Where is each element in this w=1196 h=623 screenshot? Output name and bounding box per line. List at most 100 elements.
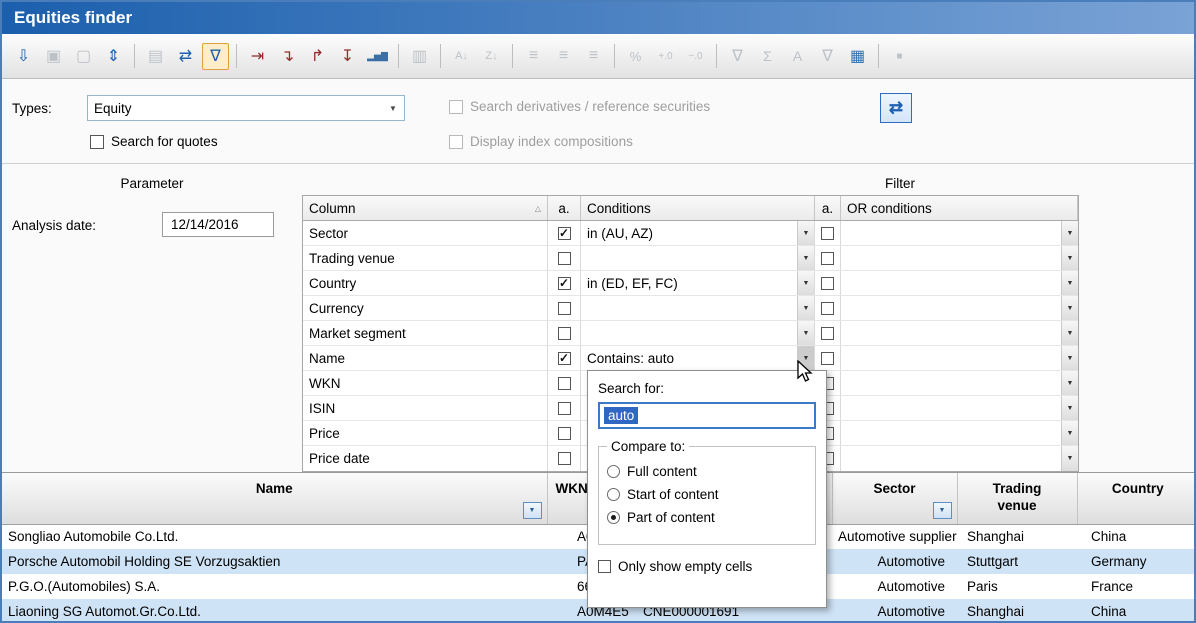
or-condition-dropdown-button[interactable]: ▼ [1061,396,1078,420]
move-right-icon[interactable]: ⇥ [244,43,271,70]
search-quotes-option[interactable]: Search for quotes [90,134,218,149]
condition-checkbox[interactable] [558,377,571,390]
results-header-country[interactable]: Country [1077,473,1194,524]
sum-icon: Σ [754,43,781,70]
or-condition-checkbox[interactable] [821,352,834,365]
or-condition-cell: ▼ [841,421,1078,445]
or-condition-dropdown-button[interactable]: ▼ [1061,321,1078,345]
move-up-icon[interactable]: ↱ [304,43,331,70]
filter-column-label[interactable]: Country [303,271,548,295]
compare-option[interactable]: Part of content [607,510,807,525]
filter-column-label[interactable]: Market segment [303,321,548,345]
column-filter-icon: ∇ [724,43,751,70]
column-filter-dropdown[interactable]: ▼ [523,502,542,519]
or-condition-dropdown-button[interactable]: ▼ [1061,371,1078,395]
analysis-date-input[interactable]: 12/14/2016 [162,212,274,237]
radio-button[interactable] [607,465,620,478]
zoom-out-icon: ▢ [70,43,97,70]
results-header-name[interactable]: Name▼ [2,473,547,524]
only-empty-cells-checkbox[interactable] [598,560,611,573]
decrease-decimal-icon: −.0 [682,43,709,70]
types-dropdown[interactable]: Equity ▼ [87,95,405,121]
filter-column-label[interactable]: Price [303,421,548,445]
filter-icon[interactable]: ∇ [202,43,229,70]
export-icon[interactable]: ⇩ [10,43,37,70]
condition-value[interactable]: Contains: auto [587,351,674,366]
condition-checkbox-cell [548,421,581,445]
chevron-down-icon: ▼ [382,104,404,113]
condition-checkbox[interactable]: ✓ [558,277,571,290]
filter-column-label[interactable]: WKN [303,371,548,395]
header-conditions[interactable]: Conditions [581,196,815,220]
or-condition-dropdown-button[interactable]: ▼ [1061,296,1078,320]
header-and-2[interactable]: a. [815,196,841,220]
condition-checkbox[interactable]: ✓ [558,352,571,365]
condition-cell: in (AU, AZ) ▼ [581,221,815,245]
radio-button[interactable] [607,488,620,501]
parameter-heading: Parameter [102,176,202,191]
or-condition-dropdown-button[interactable]: ▼ [1061,421,1078,445]
condition-dropdown-button[interactable]: ▼ [797,321,814,345]
refresh-icon[interactable]: ⇄ [172,43,199,70]
compare-option[interactable]: Start of content [607,487,807,502]
results-header-trading_venue[interactable]: Trading venue [957,473,1077,524]
condition-checkbox[interactable] [558,327,571,340]
filter-column-label[interactable]: Currency [303,296,548,320]
header-or-conditions[interactable]: OR conditions [841,196,1078,220]
condition-dropdown-button[interactable]: ▼ [797,296,814,320]
search-derivatives-label: Search derivatives / reference securitie… [470,99,710,114]
search-for-input[interactable]: auto [598,402,816,429]
align-right-icon: ≡ [580,43,607,70]
align-center-icon: ≡ [550,43,577,70]
condition-dropdown-button[interactable]: ▼ [797,221,814,245]
or-condition-dropdown-button[interactable]: ▼ [1061,246,1078,270]
chart-icon[interactable]: ▦ [844,43,871,70]
or-condition-dropdown-button[interactable]: ▼ [1061,221,1078,245]
results-cell-sector: Automotive [832,574,957,599]
condition-checkbox[interactable]: ✓ [558,227,571,240]
or-condition-checkbox[interactable] [821,252,834,265]
condition-dropdown-button[interactable]: ▼ [797,246,814,270]
or-condition-cell: ▼ [841,446,1078,471]
results-cell-sector: Automotive [832,549,957,574]
condition-value[interactable]: in (AU, AZ) [587,226,653,241]
or-condition-dropdown-button[interactable]: ▼ [1061,446,1078,471]
results-header-sector[interactable]: Sector▼ [832,473,957,524]
sort-ascending-indicator-icon: △ [535,204,541,213]
or-condition-checkbox[interactable] [821,277,834,290]
condition-value[interactable]: in (ED, EF, FC) [587,276,678,291]
search-condition-popup: Search for: auto Compare to: Full conten… [587,370,827,608]
start-search-button[interactable]: ⇄ [880,93,912,123]
condition-checkbox[interactable] [558,302,571,315]
or-checkbox-cell [815,346,841,370]
condition-checkbox[interactable] [558,402,571,415]
or-condition-checkbox[interactable] [821,302,834,315]
condition-checkbox[interactable] [558,252,571,265]
filter-column-label[interactable]: Price date [303,446,548,471]
only-empty-cells-option[interactable]: Only show empty cells [598,559,816,574]
or-condition-dropdown-button[interactable]: ▼ [1061,346,1078,370]
or-condition-checkbox[interactable] [821,227,834,240]
results-cell-country: China [1077,524,1194,549]
compare-option[interactable]: Full content [607,464,807,479]
condition-checkbox[interactable] [558,427,571,440]
fit-height-icon[interactable]: ⇕ [100,43,127,70]
drill-down-icon[interactable]: ↧ [334,43,361,70]
radio-button[interactable] [607,511,620,524]
header-and-1[interactable]: a. [548,196,581,220]
filter-column-label[interactable]: Name [303,346,548,370]
filter-column-label[interactable]: Trading venue [303,246,548,270]
chart-values-icon[interactable]: ▂▅▇ [364,43,391,70]
column-filter-dropdown[interactable]: ▼ [933,502,952,519]
or-condition-checkbox[interactable] [821,327,834,340]
header-column[interactable]: Column △ [303,196,548,220]
filter-column-label[interactable]: ISIN [303,396,548,420]
move-down-icon[interactable]: ↴ [274,43,301,70]
column-header-label: Country [1112,481,1164,496]
results-cell-country: Germany [1077,549,1194,574]
filter-column-label[interactable]: Sector [303,221,548,245]
or-condition-dropdown-button[interactable]: ▼ [1061,271,1078,295]
condition-checkbox[interactable] [558,452,571,465]
condition-dropdown-button[interactable]: ▼ [797,271,814,295]
search-quotes-checkbox[interactable] [90,135,104,149]
